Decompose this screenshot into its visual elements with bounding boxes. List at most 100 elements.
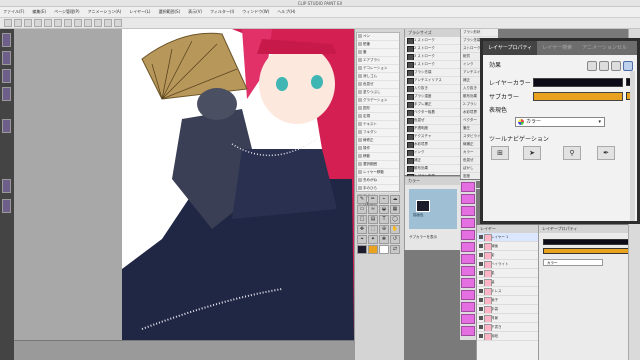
tone-effect-icon[interactable] bbox=[599, 61, 609, 71]
color-button[interactable] bbox=[461, 326, 475, 336]
eye-icon[interactable] bbox=[479, 307, 483, 311]
layer-row[interactable]: 髪 bbox=[477, 278, 538, 287]
correction-tool-icon[interactable]: ↺ bbox=[390, 235, 400, 244]
menu-page[interactable]: ページ管理(P) bbox=[54, 9, 79, 15]
check-icon[interactable] bbox=[407, 70, 414, 76]
subtool-item[interactable]: 手のひら bbox=[357, 185, 399, 193]
decoration-tool-icon[interactable]: ❀ bbox=[379, 235, 389, 244]
subtool-item[interactable]: 筆 bbox=[357, 49, 399, 57]
thumbnail[interactable] bbox=[2, 69, 11, 83]
layer-row[interactable]: 背景 bbox=[477, 314, 538, 323]
eye-icon[interactable] bbox=[479, 244, 483, 248]
property-item[interactable]: 散布効果 bbox=[405, 165, 460, 173]
color-button[interactable] bbox=[461, 194, 475, 204]
property-item[interactable]: 2 ストローク bbox=[405, 45, 460, 53]
check-icon[interactable] bbox=[407, 158, 414, 164]
property-item[interactable]: 手ブレ補正 bbox=[405, 101, 460, 109]
subtool-item[interactable]: 虫めがね bbox=[357, 177, 399, 185]
property-item[interactable]: 不透明度 bbox=[405, 125, 460, 133]
color-swatch-area[interactable]: 描画色 bbox=[409, 189, 457, 229]
vector-icon[interactable]: ⚲ bbox=[563, 146, 581, 160]
eye-icon[interactable] bbox=[479, 325, 483, 329]
property-item[interactable]: 1 ストローク bbox=[405, 37, 460, 45]
fill-tool-icon[interactable]: ◒ bbox=[379, 205, 389, 214]
property-item[interactable]: インク bbox=[405, 149, 460, 157]
subtool-item[interactable]: 鉛筆 bbox=[357, 41, 399, 49]
menu-selection[interactable]: 選択範囲(S) bbox=[158, 9, 180, 15]
layer-color-effect-icon[interactable] bbox=[623, 61, 633, 71]
eye-icon[interactable] bbox=[479, 289, 483, 293]
mini-display-color-dropdown[interactable]: カラー bbox=[543, 259, 603, 266]
move-tool-icon[interactable]: ✥ bbox=[357, 225, 367, 234]
menu-file[interactable]: ファイル(F) bbox=[3, 9, 24, 15]
select-layer-icon[interactable]: ⊞ bbox=[491, 146, 509, 160]
thumbnail[interactable] bbox=[2, 119, 11, 133]
menu-edit[interactable]: 編集(E) bbox=[32, 9, 46, 15]
check-icon[interactable] bbox=[407, 38, 414, 44]
subtool-item[interactable]: テキスト bbox=[357, 121, 399, 129]
check-icon[interactable] bbox=[407, 86, 414, 92]
subtool-item[interactable]: 色混ぜ bbox=[357, 81, 399, 89]
deselect-icon[interactable] bbox=[74, 19, 82, 27]
eraser-tool-icon[interactable]: ▭ bbox=[357, 205, 367, 214]
subtool-item[interactable]: エアブラシ bbox=[357, 57, 399, 65]
subtool-item[interactable]: 選択範囲 bbox=[357, 161, 399, 169]
color-button[interactable] bbox=[461, 206, 475, 216]
layer-color-bar[interactable] bbox=[533, 78, 623, 87]
select-tool-icon[interactable]: ⬚ bbox=[368, 225, 378, 234]
eyedropper-tool-icon[interactable]: ⌖ bbox=[357, 235, 367, 244]
layer-row[interactable]: レイヤー 1 bbox=[477, 233, 538, 242]
layer-row[interactable]: 扇子 bbox=[477, 296, 538, 305]
check-icon[interactable] bbox=[407, 150, 414, 156]
check-icon[interactable] bbox=[407, 110, 414, 116]
balloon-tool-icon[interactable]: ◯ bbox=[390, 215, 400, 224]
check-icon[interactable] bbox=[407, 126, 414, 132]
tab-animation-cel[interactable]: アニメーションセル bbox=[577, 41, 632, 55]
swap-color-icon[interactable]: ⇄ bbox=[390, 245, 400, 254]
new-icon[interactable] bbox=[4, 19, 12, 27]
property-item[interactable]: 3 ストローク bbox=[405, 53, 460, 61]
eye-icon[interactable] bbox=[479, 298, 483, 302]
eye-icon[interactable] bbox=[479, 262, 483, 266]
layer-row[interactable]: 用紙 bbox=[477, 332, 538, 341]
subtool-item[interactable]: デコレーション bbox=[357, 65, 399, 73]
thumbnail[interactable] bbox=[2, 51, 11, 65]
property-item[interactable]: 入り抜き bbox=[405, 85, 460, 93]
gradient-tool-icon[interactable]: ▦ bbox=[390, 205, 400, 214]
subtool-item[interactable]: 操作 bbox=[357, 145, 399, 153]
eye-icon[interactable] bbox=[479, 253, 483, 257]
subtool-item[interactable]: フキダシ bbox=[357, 129, 399, 137]
tab-layer-property[interactable]: レイヤープロパティ bbox=[483, 41, 538, 55]
thumbnail[interactable] bbox=[2, 179, 11, 193]
pen-tool-icon[interactable]: ✎ bbox=[357, 195, 367, 204]
layer-row[interactable]: 肌 bbox=[477, 269, 538, 278]
ruler-tool-icon[interactable]: ▤ bbox=[368, 215, 378, 224]
eye-icon[interactable] bbox=[479, 271, 483, 275]
display-color-dropdown[interactable]: カラー ▾ bbox=[515, 117, 605, 127]
ruler-icon[interactable] bbox=[104, 19, 112, 27]
main-color-swatch[interactable] bbox=[357, 245, 367, 254]
property-item[interactable]: ブラシ濃度 bbox=[405, 93, 460, 101]
auto-select-tool-icon[interactable]: ✦ bbox=[368, 235, 378, 244]
pencil-tool-icon[interactable]: ✏ bbox=[368, 195, 378, 204]
property-item[interactable]: 色混ぜ bbox=[405, 117, 460, 125]
shape-tool-icon[interactable]: □ bbox=[357, 215, 367, 224]
sub-color-action[interactable]: サブカラーを表示 bbox=[409, 235, 437, 240]
draw-color-swatch[interactable] bbox=[416, 200, 430, 212]
extract-line-icon[interactable] bbox=[611, 61, 621, 71]
grid-icon[interactable] bbox=[114, 19, 122, 27]
layer-row[interactable]: ドレス bbox=[477, 287, 538, 296]
thumbnail[interactable] bbox=[2, 87, 11, 101]
subtool-item[interactable]: 線修正 bbox=[357, 137, 399, 145]
subtool-item[interactable]: グラデーション bbox=[357, 97, 399, 105]
layer-row[interactable]: 線画 bbox=[477, 242, 538, 251]
zoom-tool-icon[interactable]: ⊕ bbox=[379, 225, 389, 234]
menu-layer[interactable]: レイヤー(L) bbox=[129, 9, 150, 15]
subtool-item[interactable]: 定規 bbox=[357, 113, 399, 121]
subtool-item[interactable]: ペン bbox=[357, 33, 399, 41]
color-button[interactable] bbox=[461, 218, 475, 228]
check-icon[interactable] bbox=[407, 78, 414, 84]
color-button[interactable] bbox=[461, 302, 475, 312]
subtool-item[interactable]: 塗りつぶし bbox=[357, 89, 399, 97]
subtool-item[interactable]: レイヤー移動 bbox=[357, 169, 399, 177]
